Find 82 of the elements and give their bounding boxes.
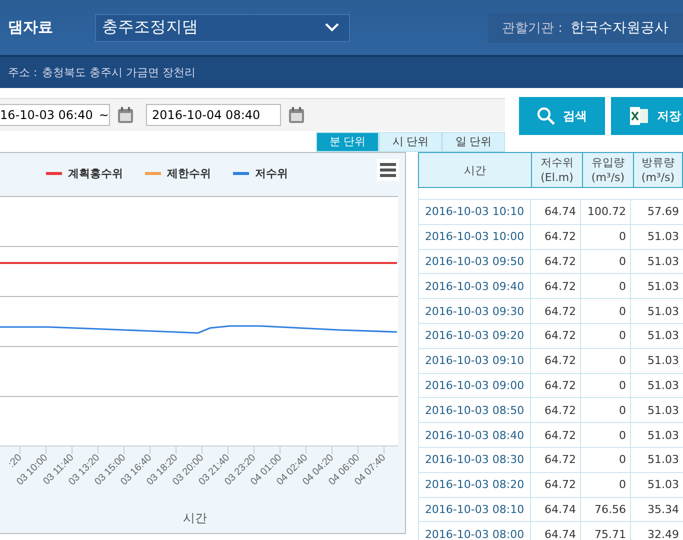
table-cell: 51.03 <box>630 448 683 472</box>
table-cell: 64.74 <box>530 522 580 540</box>
time-cell: 2016-10-03 08:00 <box>418 522 530 540</box>
table-cell: 51.03 <box>630 423 683 447</box>
time-cell: 2016-10-03 08:40 <box>418 423 530 447</box>
table-cell: 100.72 <box>580 200 630 224</box>
column-header: 방류량 (m³/s) <box>633 153 682 187</box>
page-title: 댐자료 <box>8 18 54 37</box>
search-icon <box>537 107 555 125</box>
table-cell: 0 <box>580 250 630 274</box>
x-tick-label: :20 <box>6 452 24 470</box>
table-cell: 0 <box>580 224 630 249</box>
chevron-down-icon <box>325 23 339 32</box>
start-date-field[interactable]: 16-10-03 06:40 ~ <box>0 104 110 126</box>
table-cell: 64.72 <box>530 374 580 398</box>
table-cell: 64.72 <box>530 250 580 274</box>
table-cell: 51.03 <box>630 374 683 398</box>
table-cell: 64.72 <box>530 224 580 249</box>
table-cell: 64.72 <box>530 448 580 472</box>
table-cell: 51.03 <box>630 324 683 348</box>
time-cell: 2016-10-03 08:20 <box>418 472 530 497</box>
table-cell: 75.71 <box>580 522 630 540</box>
time-cell: 2016-10-03 09:00 <box>418 374 530 398</box>
legend-label: 저수위 <box>255 166 288 180</box>
legend-label: 제한수위 <box>167 166 211 180</box>
table-cell: 0 <box>580 448 630 472</box>
legend-label: 계획홍수위 <box>68 166 123 180</box>
unit-tab[interactable]: 시 단위 <box>379 132 442 152</box>
table-cell: 64.72 <box>530 423 580 447</box>
table-cell: 51.03 <box>630 224 683 249</box>
time-cell: 2016-10-03 09:30 <box>418 299 530 323</box>
table-cell: 57.69 <box>630 200 683 224</box>
table-cell: 64.74 <box>530 498 580 522</box>
menu-icon <box>380 163 396 177</box>
spreadsheet-icon <box>629 107 649 125</box>
table-cell: 64.72 <box>530 324 580 348</box>
table-cell: 64.72 <box>530 472 580 497</box>
table-cell: 0 <box>580 324 630 348</box>
table-cell: 51.03 <box>630 348 683 373</box>
address-text: 충청북도 충주시 가금면 장천리 <box>42 65 196 80</box>
table-cell: 0 <box>580 472 630 497</box>
time-cell: 2016-10-03 08:50 <box>418 398 530 422</box>
table-cell: 51.03 <box>630 299 683 323</box>
table-cell: 64.74 <box>530 200 580 224</box>
table-cell: 64.72 <box>530 398 580 422</box>
table-cell: 76.56 <box>580 498 630 522</box>
table-cell: 64.72 <box>530 299 580 323</box>
calendar-icon[interactable] <box>117 106 134 124</box>
calendar-icon[interactable] <box>288 106 305 124</box>
table-cell: 0 <box>580 299 630 323</box>
table-cell: 32.49 <box>630 522 683 540</box>
x-axis-title: 시간 <box>183 511 207 525</box>
table-cell: 64.72 <box>530 348 580 373</box>
table-cell: 64.72 <box>530 274 580 298</box>
time-cell: 2016-10-03 08:30 <box>418 448 530 472</box>
table-cell: 0 <box>580 423 630 447</box>
time-cell: 2016-10-03 09:50 <box>418 250 530 274</box>
table-cell: 0 <box>580 398 630 422</box>
unit-tab[interactable]: 일 단위 <box>442 132 505 152</box>
table-cell: 51.03 <box>630 250 683 274</box>
table-cell: 51.03 <box>630 274 683 298</box>
time-cell: 2016-10-03 10:00 <box>418 224 530 249</box>
time-cell: 2016-10-03 10:10 <box>418 200 530 224</box>
time-cell: 2016-10-03 09:20 <box>418 324 530 348</box>
dam-select[interactable]: 충주조정지댐 <box>95 14 350 42</box>
time-cell: 2016-10-03 09:40 <box>418 274 530 298</box>
table-cell: 0 <box>580 274 630 298</box>
time-cell: 2016-10-03 08:10 <box>418 498 530 522</box>
time-cell: 2016-10-03 09:10 <box>418 348 530 373</box>
end-date-field[interactable]: 2016-10-04 08:40 <box>146 104 281 126</box>
column-header: 저수위 (El.m) <box>531 153 582 187</box>
column-header: 유입량 (m³/s) <box>582 153 633 187</box>
address-label: 주소 : <box>8 65 38 80</box>
column-header: 시간 <box>463 162 487 178</box>
agency-name: 한국수자원공사 <box>570 18 669 36</box>
table-cell: 51.03 <box>630 398 683 422</box>
table-cell: 0 <box>580 374 630 398</box>
table-cell: 0 <box>580 348 630 373</box>
agency-label: 관할기관 : <box>502 20 563 36</box>
table-cell: 35.34 <box>630 498 683 522</box>
table-cell: 51.03 <box>630 472 683 497</box>
menu-button[interactable] <box>377 159 399 181</box>
